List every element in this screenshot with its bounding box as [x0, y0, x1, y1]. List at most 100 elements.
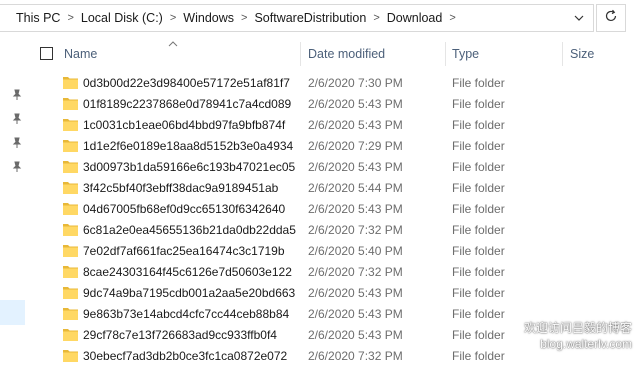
refresh-button[interactable]: [596, 4, 626, 32]
file-date-modified: 2/6/2020 5:43 PM: [308, 97, 403, 111]
breadcrumb-separator-icon[interactable]: >: [445, 12, 459, 24]
file-date-modified: 2/6/2020 7:30 PM: [308, 76, 403, 90]
file-date-modified: 2/6/2020 5:43 PM: [308, 202, 403, 216]
file-row[interactable]: 0d3b00d22e3d98400e57172e51af81f7 2/6/2020…: [30, 72, 638, 93]
file-type: File folder: [452, 223, 505, 237]
file-type: File folder: [452, 160, 505, 174]
file-name[interactable]: 29cf78c7e13f726683ad9cc933ffb0f4: [83, 328, 277, 342]
column-divider[interactable]: [562, 42, 563, 66]
file-name[interactable]: 30ebecf7ad3db2b0ce3fc1ca0872e072: [83, 349, 287, 363]
file-row[interactable]: 04d67005fb68ef0d9cc65130f6342640 2/6/2020…: [30, 198, 638, 219]
breadcrumb-separator-icon[interactable]: >: [166, 12, 180, 24]
selected-nav-item[interactable]: [0, 300, 25, 325]
file-name[interactable]: 3f42c5bf40f3ebff38dac9a9189451ab: [83, 181, 278, 195]
file-type: File folder: [452, 139, 505, 153]
breadcrumb-local-disk[interactable]: Local Disk (C:): [78, 11, 166, 25]
column-header-size[interactable]: Size: [570, 47, 594, 61]
file-type: File folder: [452, 202, 505, 216]
folder-icon: [62, 75, 79, 90]
file-type: File folder: [452, 307, 505, 321]
file-row[interactable]: 7e02df7af661fac25ea16474c3c1719b 2/6/2020…: [30, 240, 638, 261]
column-divider[interactable]: [300, 42, 301, 66]
column-divider[interactable]: [445, 42, 446, 66]
file-date-modified: 2/6/2020 5:43 PM: [308, 118, 403, 132]
file-name[interactable]: 1d1e2f6e0189e18aa8d5152b3e0a4934: [83, 139, 293, 153]
column-header-type[interactable]: Type: [452, 47, 479, 61]
file-date-modified: 2/6/2020 7:32 PM: [308, 265, 403, 279]
watermark: 欢迎访问吕毅的博客 blog.walterlv.com: [524, 320, 632, 352]
file-name[interactable]: 3d00973b1da59166e6c193b47021ec05: [83, 160, 295, 174]
folder-icon: [62, 96, 79, 111]
chevron-down-icon[interactable]: [569, 5, 589, 31]
file-type: File folder: [452, 181, 505, 195]
breadcrumb-separator-icon[interactable]: >: [369, 12, 383, 24]
folder-icon: [62, 243, 79, 258]
breadcrumb-separator-icon[interactable]: >: [237, 12, 251, 24]
file-type: File folder: [452, 244, 505, 258]
file-date-modified: 2/6/2020 7:32 PM: [308, 349, 403, 363]
select-all-checkbox[interactable]: [40, 47, 53, 60]
column-header-name[interactable]: Name: [64, 47, 97, 61]
file-date-modified: 2/6/2020 7:29 PM: [308, 139, 403, 153]
file-date-modified: 2/6/2020 5:43 PM: [308, 328, 403, 342]
file-name[interactable]: 9dc74a9ba7195cdb001a2aa5e20bd663: [83, 286, 295, 300]
file-name[interactable]: 0d3b00d22e3d98400e57172e51af81f7: [83, 76, 290, 90]
folder-icon: [62, 138, 79, 153]
folder-icon: [62, 285, 79, 300]
file-row[interactable]: 1c0031cb1eae06bd4bbd97fa9bfb874f 2/6/2020…: [30, 114, 638, 135]
file-type: File folder: [452, 97, 505, 111]
file-type: File folder: [452, 265, 505, 279]
breadcrumb-this-pc[interactable]: This PC: [0, 11, 63, 25]
file-date-modified: 2/6/2020 5:43 PM: [308, 286, 403, 300]
folder-icon: [62, 159, 79, 174]
folder-icon: [62, 327, 79, 342]
watermark-line-2: blog.walterlv.com: [540, 337, 632, 351]
file-row[interactable]: 3d00973b1da59166e6c193b47021ec05 2/6/2020…: [30, 156, 638, 177]
file-name[interactable]: 1c0031cb1eae06bd4bbd97fa9bfb874f: [83, 118, 285, 132]
pin-icon[interactable]: [11, 112, 23, 124]
folder-icon: [62, 222, 79, 237]
file-name[interactable]: 8cae24303164f45c6126e7d50603e122: [83, 265, 292, 279]
file-row[interactable]: 6c81a2e0ea45655136b21da0db22dda5 2/6/2020…: [30, 219, 638, 240]
folder-icon: [62, 306, 79, 321]
file-type: File folder: [452, 76, 505, 90]
column-header-date-modified[interactable]: Date modified: [308, 47, 385, 61]
file-date-modified: 2/6/2020 7:32 PM: [308, 223, 403, 237]
file-date-modified: 2/6/2020 5:40 PM: [308, 244, 403, 258]
address-bar[interactable]: This PC > Local Disk (C:) > Windows > So…: [0, 4, 594, 32]
file-type: File folder: [452, 286, 505, 300]
breadcrumb-windows[interactable]: Windows: [180, 11, 237, 25]
breadcrumb-software-distribution[interactable]: SoftwareDistribution: [251, 11, 369, 25]
file-date-modified: 2/6/2020 5:44 PM: [308, 181, 403, 195]
navigation-pane[interactable]: [0, 36, 30, 358]
address-bar-area: This PC > Local Disk (C:) > Windows > So…: [0, 0, 638, 36]
sort-up-icon: [168, 37, 178, 47]
pin-icon[interactable]: [11, 160, 23, 172]
file-row[interactable]: 1d1e2f6e0189e18aa8d5152b3e0a4934 2/6/2020…: [30, 135, 638, 156]
file-type: File folder: [452, 118, 505, 132]
file-row[interactable]: 01f8189c2237868e0d78941c7a4cd089 2/6/2020…: [30, 93, 638, 114]
file-name[interactable]: 9e863b73e14abcd4cfc7cc44ceb88b84: [83, 307, 289, 321]
breadcrumb-download[interactable]: Download: [384, 11, 446, 25]
file-list: Name Date modified Type Size 0d3b00d22e3…: [30, 36, 638, 363]
file-row[interactable]: 3f42c5bf40f3ebff38dac9a9189451ab 2/6/2020…: [30, 177, 638, 198]
file-name[interactable]: 04d67005fb68ef0d9cc65130f6342640: [83, 202, 285, 216]
file-type: File folder: [452, 328, 505, 342]
folder-icon: [62, 117, 79, 132]
file-type: File folder: [452, 349, 505, 363]
pin-icon[interactable]: [11, 88, 23, 100]
folder-icon: [62, 264, 79, 279]
folder-icon: [62, 201, 79, 216]
breadcrumb-separator-icon[interactable]: >: [63, 12, 77, 24]
folder-icon: [62, 180, 79, 195]
file-date-modified: 2/6/2020 5:43 PM: [308, 160, 403, 174]
file-row[interactable]: 8cae24303164f45c6126e7d50603e122 2/6/2020…: [30, 261, 638, 282]
column-header-row: Name Date modified Type Size: [30, 36, 638, 70]
folder-icon: [62, 348, 79, 363]
file-name[interactable]: 01f8189c2237868e0d78941c7a4cd089: [83, 97, 291, 111]
refresh-icon: [604, 9, 618, 28]
file-name[interactable]: 6c81a2e0ea45655136b21da0db22dda5: [83, 223, 296, 237]
file-row[interactable]: 9dc74a9ba7195cdb001a2aa5e20bd663 2/6/2020…: [30, 282, 638, 303]
pin-icon[interactable]: [11, 136, 23, 148]
file-name[interactable]: 7e02df7af661fac25ea16474c3c1719b: [83, 244, 285, 258]
